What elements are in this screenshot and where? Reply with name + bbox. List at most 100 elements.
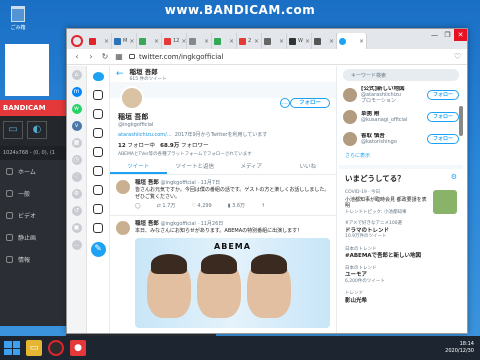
tab-likes[interactable]: いいね: [280, 161, 337, 174]
avatar[interactable]: [343, 132, 357, 146]
back-arrow-icon[interactable]: ←: [116, 69, 124, 79]
whatsapp-icon[interactable]: w: [71, 104, 82, 114]
mail-icon[interactable]: [93, 147, 103, 157]
screen-mode-icon[interactable]: ▭: [3, 121, 23, 139]
browser-tab[interactable]: ×: [87, 33, 112, 49]
share-icon[interactable]: ↑: [261, 203, 265, 210]
opera-icon[interactable]: [48, 340, 64, 356]
tweet-author[interactable]: 稲垣 吾郎: [135, 180, 159, 186]
bookmark-icon[interactable]: [93, 166, 103, 176]
extensions-icon[interactable]: ▣: [71, 223, 82, 233]
close-icon[interactable]: ×: [329, 38, 334, 45]
followers-count[interactable]: 68.9万: [160, 143, 179, 149]
tab-media[interactable]: メディア: [223, 161, 280, 174]
more-icon[interactable]: [93, 223, 103, 233]
twitter-bird-icon[interactable]: [92, 72, 104, 81]
bandicam-icon[interactable]: ●: [70, 340, 86, 356]
avatar[interactable]: [116, 221, 130, 235]
profile-link[interactable]: atarashiichizu.com/...: [118, 132, 172, 138]
browser-tab[interactable]: 2 ×: [237, 33, 262, 49]
close-icon[interactable]: ×: [129, 38, 134, 45]
following-label[interactable]: フォロー中: [127, 143, 155, 149]
avatar[interactable]: [343, 88, 357, 102]
trend-item[interactable]: トレンド 影山光希: [339, 288, 463, 307]
vk-icon[interactable]: v: [71, 121, 82, 131]
gear-icon[interactable]: ⚙: [451, 173, 457, 181]
file-explorer-icon[interactable]: ▭: [26, 340, 42, 356]
scrollbar-thumb[interactable]: [459, 106, 463, 136]
news-item[interactable]: COVID-19 · 今日 小池都知事が臨時会見 都政要請を表明 トレンドトピッ…: [339, 188, 463, 218]
minimize-button[interactable]: —: [428, 29, 441, 41]
browser-tab[interactable]: ×: [137, 33, 162, 49]
tweet[interactable]: 稲垣 吾郎 @ingkgofficial · 11月26日 本日、みなさんにお知…: [110, 216, 336, 333]
browser-tab[interactable]: M ×: [112, 33, 137, 49]
messenger-icon[interactable]: m: [71, 87, 82, 97]
url-field[interactable]: twitter.com/ingkgofficial: [129, 53, 448, 61]
bookmark-heart-icon[interactable]: ♡: [454, 52, 461, 61]
notification-bell-icon[interactable]: [93, 128, 103, 138]
browser-tab[interactable]: ×: [187, 33, 212, 49]
close-icon[interactable]: ×: [204, 38, 209, 45]
reply-icon[interactable]: ◯: [135, 203, 141, 210]
heart-icon[interactable]: ♡: [71, 172, 82, 182]
trend-item[interactable]: #アメで好きなアニメ100選 ドラマのトレンド 10.9万件のツイート: [339, 218, 463, 244]
bandicam-menu-home[interactable]: ホーム: [0, 160, 66, 182]
tab-tweets[interactable]: ツイート: [110, 161, 167, 174]
trend-item[interactable]: 日本のトレンド ユーモア 6,200件のツイート: [339, 263, 463, 289]
system-clock[interactable]: 18:14 2020/12/30: [445, 341, 480, 355]
tweet-author[interactable]: 稲垣 吾郎: [135, 221, 159, 227]
more-options-button[interactable]: …: [280, 98, 290, 108]
game-mode-icon[interactable]: ◐: [27, 121, 47, 139]
close-icon[interactable]: ×: [359, 38, 364, 45]
tweet[interactable]: 稲垣 吾郎 @ingkgofficial · 11月7日 皆さんお元気ですか。今…: [110, 175, 336, 216]
compose-tweet-button[interactable]: ✎: [90, 242, 106, 257]
opera-logo-icon[interactable]: [71, 35, 83, 47]
suggestion-item[interactable]: [公式]新しい地図 @atarashiichizu プロモーション フォロー: [339, 84, 463, 106]
close-icon[interactable]: ×: [305, 38, 310, 45]
browser-tab-active[interactable]: ×: [337, 33, 367, 49]
follow-button[interactable]: フォロー: [426, 134, 459, 144]
reload-icon[interactable]: ↻: [101, 52, 109, 61]
suggestion-item[interactable]: 草彅 剛 @kusanagi_official フォロー: [339, 106, 463, 128]
bandicam-menu-video[interactable]: ビデオ: [0, 204, 66, 226]
history-icon[interactable]: ↺: [71, 206, 82, 216]
close-icon[interactable]: ×: [229, 38, 234, 45]
more-icon[interactable]: …: [71, 240, 82, 250]
close-icon[interactable]: ×: [254, 38, 259, 45]
recycle-bin-shortcut[interactable]: ごみ箱: [6, 6, 30, 31]
bandicam-menu-info[interactable]: 情報: [0, 248, 66, 270]
hashtag-icon[interactable]: [93, 109, 103, 119]
forward-icon[interactable]: ›: [87, 52, 95, 61]
search-input[interactable]: キーワード検索: [343, 69, 459, 81]
clock-icon[interactable]: ◷: [71, 155, 82, 165]
retweet-button[interactable]: ⇄ 1.7万: [157, 203, 176, 210]
like-button[interactable]: ♡ 4,299: [191, 203, 211, 210]
avatar[interactable]: [116, 180, 130, 194]
speed-dial-icon[interactable]: ▦: [71, 138, 82, 148]
gear-icon[interactable]: ⚙: [71, 189, 82, 199]
views-count[interactable]: ▮ 3.6万: [228, 203, 245, 210]
list-icon[interactable]: [93, 185, 103, 195]
close-icon[interactable]: ×: [279, 38, 284, 45]
close-icon[interactable]: ×: [181, 38, 186, 45]
speed-dial-icon[interactable]: ▦: [115, 52, 123, 61]
start-button[interactable]: [4, 341, 20, 355]
trend-item[interactable]: 日本のトレンド #ABEMAで吾郎と新しい地図: [339, 244, 463, 263]
bandicam-menu-image[interactable]: 静止画: [0, 226, 66, 248]
browser-tab[interactable]: ×: [262, 33, 287, 49]
bandicam-menu-general[interactable]: 一般: [0, 182, 66, 204]
show-more-link[interactable]: さらに表示: [339, 150, 463, 165]
back-icon[interactable]: ‹: [73, 52, 81, 61]
avatar[interactable]: [120, 86, 144, 110]
follow-button[interactable]: フォロー: [289, 98, 330, 108]
suggestion-item[interactable]: 香取 慎吾 @katorishingo フォロー: [339, 128, 463, 150]
tab-tweets-replies[interactable]: ツイートと返信: [167, 161, 224, 174]
follow-button[interactable]: フォロー: [426, 90, 459, 100]
browser-tab[interactable]: ×: [212, 33, 237, 49]
browser-tab[interactable]: W ×: [287, 33, 312, 49]
maximize-button[interactable]: ❐: [441, 29, 454, 41]
close-window-button[interactable]: ✕: [454, 29, 467, 41]
following-count[interactable]: 12: [118, 143, 126, 149]
profile-icon[interactable]: [93, 204, 103, 214]
close-icon[interactable]: ×: [104, 38, 109, 45]
